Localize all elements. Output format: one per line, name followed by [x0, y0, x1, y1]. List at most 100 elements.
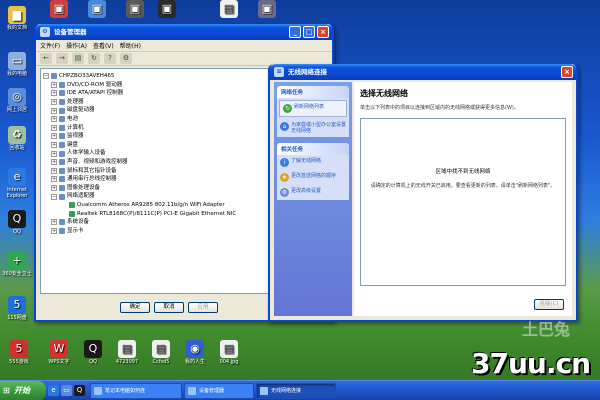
close-button[interactable]: × — [317, 26, 329, 38]
desktop-icon-recycle-bin[interactable]: ♻ 回收站 — [0, 126, 34, 151]
help-icon[interactable]: ? — [104, 53, 116, 64]
desktop-icon-top-1[interactable]: ▣ — [42, 0, 76, 19]
expand-icon[interactable]: + — [51, 142, 57, 149]
desktop-icon-top-4[interactable]: ▣ — [150, 0, 184, 19]
apply-button[interactable]: 应用 — [188, 302, 218, 313]
desktop-icon-top-6[interactable]: ▣ — [250, 0, 284, 19]
expand-icon[interactable]: + — [51, 124, 57, 131]
window-title: 设备管理器 — [54, 28, 87, 36]
watermark-cn: 土巴兔 — [521, 320, 570, 339]
desktop-icon-top-3[interactable]: ▣ — [118, 0, 152, 19]
qq-icon: Q — [84, 340, 102, 358]
setup-wireless-link[interactable]: ⌂ 为家庭或小型办公室设置无线网络 — [277, 119, 349, 137]
maximize-button[interactable]: □ — [303, 26, 315, 38]
windows-logo-icon: ⊞ — [3, 386, 10, 395]
desktop-icon-label: QQ — [13, 229, 21, 235]
desktop-icon-555-game[interactable]: 5 555游戏 — [2, 340, 36, 365]
menu-action[interactable]: 操作(A) — [66, 41, 87, 50]
desktop-icon-115-disk[interactable]: 5 115网盘 — [0, 296, 34, 321]
expand-icon[interactable]: + — [51, 90, 57, 97]
related-tasks-title: 相关任务 — [277, 143, 349, 155]
window-title: 无线网络连接 — [288, 68, 327, 76]
advanced-settings-link[interactable]: ⚙ 更改高级设置 — [277, 185, 349, 200]
scan-icon[interactable]: ⚙ — [120, 53, 132, 64]
home-network-icon: ⌂ — [280, 122, 289, 131]
desktop-icon-360[interactable]: + 360安全卫士 — [0, 252, 34, 277]
learn-wireless-link[interactable]: i 了解无线网络 — [277, 155, 349, 170]
desktop-icon-top-2[interactable]: ▣ — [80, 0, 114, 19]
refresh-network-list-link[interactable]: ↻ 刷新网络列表 — [279, 100, 347, 117]
connect-button[interactable]: 连接(C) — [534, 299, 564, 310]
desktop-icon-004-jpg[interactable]: ▤ 004.jpg — [212, 340, 246, 365]
sound-icon — [59, 159, 65, 166]
desktop-icon-label: 回收站 — [9, 145, 25, 151]
desktop-icon-qq[interactable]: Q QQ — [0, 210, 34, 235]
ok-button[interactable]: 确定 — [120, 302, 150, 313]
back-icon[interactable]: ← — [40, 53, 52, 64]
desktop-icon-file-ccfsd5[interactable]: ▤ Ccfsd5 — [144, 340, 178, 365]
change-order-link[interactable]: ★ 更改首选网络的顺序 — [277, 170, 349, 185]
desktop-icon-my-documents[interactable]: ▆ 我的文档 — [0, 6, 34, 31]
show-desktop-icon[interactable]: ▭ — [61, 385, 72, 396]
wireless-network-window[interactable]: ≋ 无线网络连接 × 网络任务 ↻ 刷新网络列表 ⌂ 为家庭或小型办公室设置无线… — [268, 64, 578, 322]
file-icon: ▤ — [118, 340, 136, 358]
app-icon: ▣ — [126, 0, 144, 18]
expand-icon[interactable]: + — [51, 219, 57, 226]
taskbar-item-device-manager[interactable]: 设备管理器 — [184, 383, 254, 399]
qq-icon[interactable]: Q — [74, 385, 85, 396]
expand-icon[interactable]: + — [51, 176, 57, 183]
no-networks-hint: 请确定的计算机上的无线开关已启用。要查看更新的列表，请单击"刷新网络列表"。 — [370, 183, 556, 189]
cancel-button[interactable]: 取消 — [154, 302, 184, 313]
ie-icon — [94, 387, 102, 395]
menu-help[interactable]: 帮助(H) — [120, 41, 141, 50]
desktop-icon-label: 360安全卫士 — [2, 271, 32, 277]
task-pane: 网络任务 ↻ 刷新网络列表 ⌂ 为家庭或小型办公室设置无线网络 相关任务 i 了… — [274, 82, 352, 316]
wireless-titlebar[interactable]: ≋ 无线网络连接 × — [270, 64, 576, 80]
app-icon: ◉ — [186, 340, 204, 358]
desktop-icon-qq-2[interactable]: Q QQ — [76, 340, 110, 365]
device-manager-titlebar[interactable]: ⚙ 设备管理器 _ □ × — [36, 24, 332, 40]
menu-view[interactable]: 查看(V) — [93, 41, 114, 50]
desktop-icon-top-5[interactable]: ▤ — [212, 0, 246, 19]
expand-icon[interactable]: + — [51, 167, 57, 174]
desktop-icon-wps[interactable]: W WPS文字 — [42, 340, 76, 365]
start-button[interactable]: ⊞ 开始 — [0, 381, 46, 400]
network-list[interactable]: 区域中找不到无线网络 请确定的计算机上的无线开关已启用。要查看更新的列表，请单击… — [360, 118, 566, 286]
expand-icon[interactable]: + — [51, 185, 57, 192]
desktop-icon-ie[interactable]: e Internet Explorer — [0, 168, 34, 199]
expand-icon[interactable]: + — [51, 116, 57, 123]
menu-file[interactable]: 文件(F) — [40, 41, 60, 50]
minimize-button[interactable]: _ — [289, 26, 301, 38]
desktop-icon-my-computer[interactable]: ▭ 我的电脑 — [0, 52, 34, 77]
taskbar-item-label: 无线网络连接 — [271, 388, 302, 394]
taskbar-item-laptop[interactable]: 笔记本电脑如何连 — [90, 383, 182, 399]
taskbar-item-wireless[interactable]: 无线网络连接 — [256, 383, 336, 399]
keyboard-icon — [59, 142, 65, 149]
tree-node-label: 声音、视频和游戏控制器 — [67, 158, 128, 165]
image-icon: ▤ — [220, 340, 238, 358]
expand-icon[interactable]: + — [51, 133, 57, 140]
desktop-icon-my-life[interactable]: ◉ 我的人生 — [178, 340, 212, 365]
taskbar: ⊞ 开始 e ▭ Q 笔记本电脑如何连 设备管理器 无线网络连接 — [0, 380, 600, 400]
tree-node-label: Qualcomm Atheros AR9285 802.11b/g/n WiFi… — [77, 201, 225, 208]
desktop-icon-file-4723097[interactable]: ▤ 4723097 — [110, 340, 144, 365]
task-label: 更改高级设置 — [291, 188, 322, 194]
refresh-icon[interactable]: ↻ — [88, 53, 100, 64]
properties-icon[interactable]: ▤ — [72, 53, 84, 64]
menu-bar: 文件(F) 操作(A) 查看(V) 帮助(H) — [36, 40, 332, 52]
battery-icon — [59, 116, 65, 123]
close-button[interactable]: × — [561, 66, 573, 78]
forward-icon[interactable]: → — [56, 53, 68, 64]
expand-icon[interactable]: + — [51, 81, 57, 88]
expand-icon[interactable]: + — [51, 227, 57, 234]
desktop-icon-network[interactable]: ◎ 网上邻居 — [0, 88, 34, 113]
ie-icon[interactable]: e — [48, 385, 59, 396]
task-label: 刷新网络列表 — [294, 104, 325, 110]
expand-icon[interactable]: + — [51, 150, 57, 157]
expand-icon[interactable]: + — [51, 99, 57, 106]
collapse-icon[interactable]: − — [43, 73, 49, 80]
expand-icon[interactable]: + — [51, 107, 57, 114]
expand-icon[interactable]: + — [51, 159, 57, 166]
wireless-icon — [260, 387, 268, 395]
collapse-icon[interactable]: − — [51, 193, 57, 200]
